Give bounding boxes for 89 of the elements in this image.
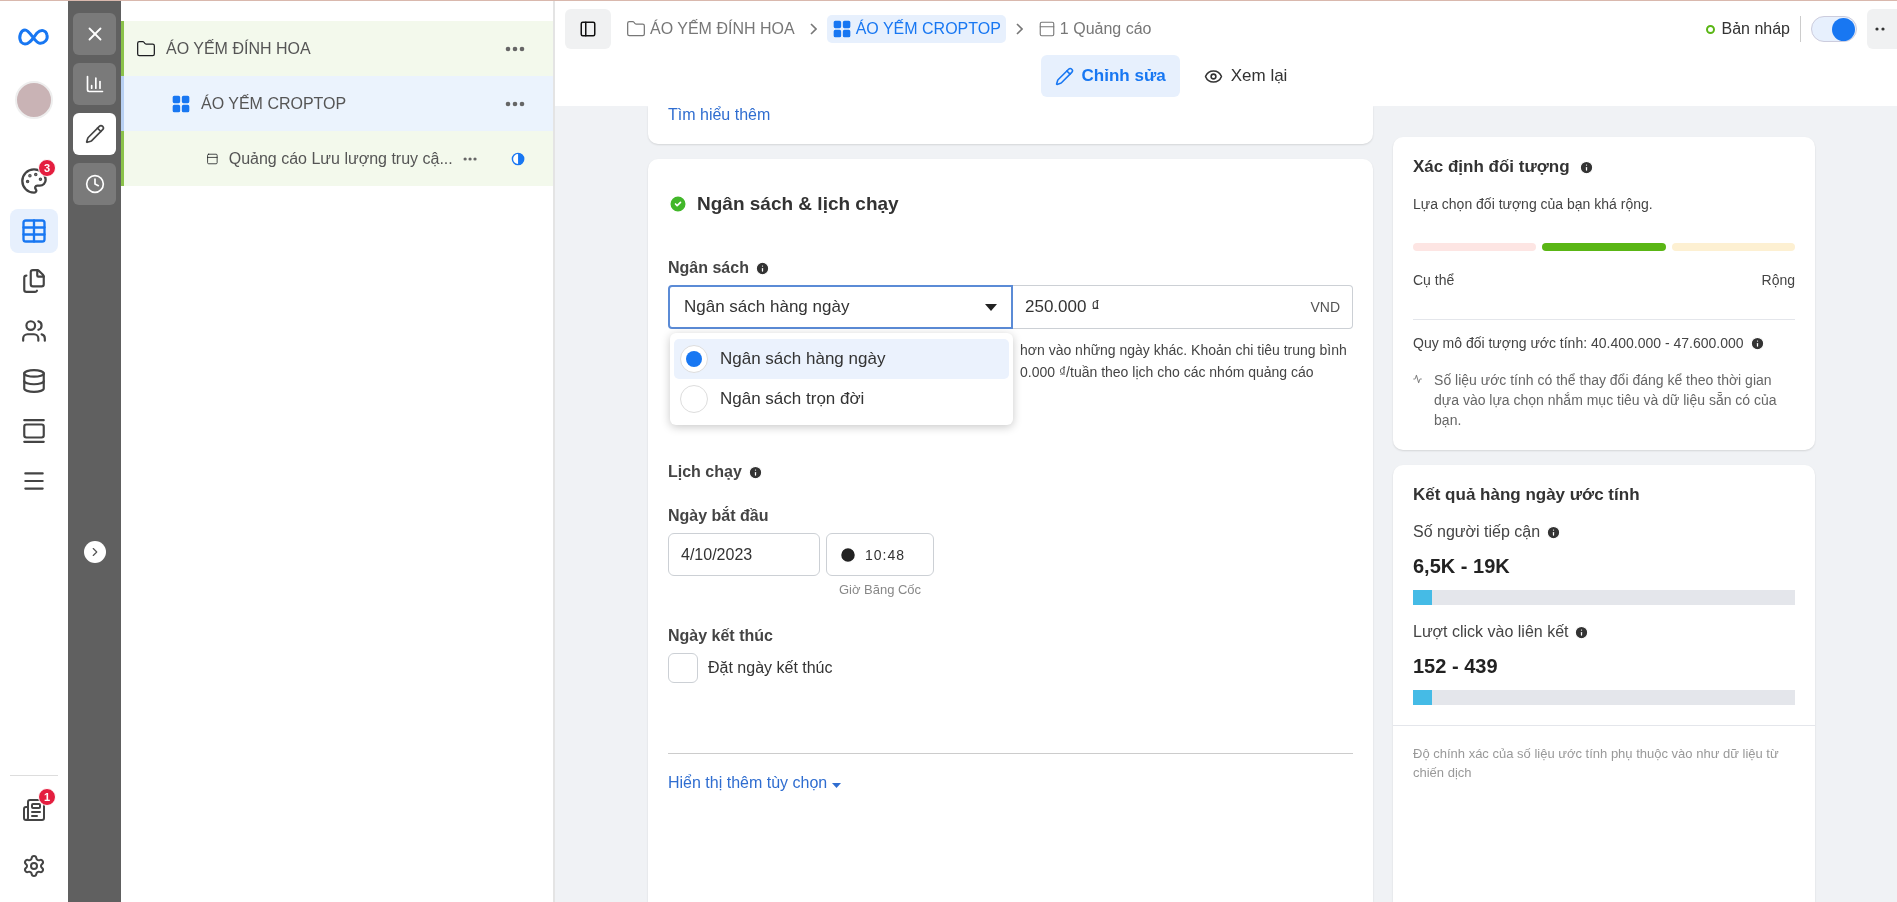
- metric-label: Lượt click vào liên kết: [1413, 623, 1569, 641]
- breadcrumb-link[interactable]: 1 Quảng cáo: [1032, 16, 1157, 42]
- caret-icon: [985, 303, 997, 311]
- media-icon: [21, 418, 47, 444]
- ad-icon: [1037, 20, 1056, 38]
- chevron-right-icon: [1015, 23, 1023, 35]
- accuracy-note: Độ chính xác của số liệu ước tính phụ thuộc vào như dữ liệu từ chiến dịch: [1393, 725, 1815, 782]
- expand-button[interactable]: [83, 540, 106, 563]
- news-icon: [22, 798, 46, 822]
- field-label: Ngày bắt đầu: [668, 507, 769, 525]
- radio-button[interactable]: [680, 345, 708, 373]
- date-field[interactable]: 4/10/2023: [668, 533, 820, 576]
- dropdown-option[interactable]: Ngân sách hàng ngày: [674, 339, 1009, 379]
- grid-icon: [831, 19, 852, 39]
- estimate-note: Số liệu ước tính có thể thay đổi đáng kể theo thời gian dựa vào lựa chọn nhắm mục tiêu và dữ liệu sẵn có của bạn.: [1434, 371, 1778, 430]
- clock-icon: [84, 174, 105, 194]
- audience-size: Quy mô đối tượng ước tính: 40.400.000 - 47.600.000: [1413, 334, 1744, 352]
- radio-button[interactable]: [680, 385, 708, 413]
- more-icon[interactable]: [505, 45, 525, 52]
- sidebar-icon: [579, 20, 597, 38]
- field-label: Lịch chạy: [668, 463, 742, 481]
- nav-button[interactable]: [10, 209, 58, 253]
- learn-more-link[interactable]: Tìm hiểu thêm: [668, 106, 771, 123]
- scale-label: Cụ thể: [1413, 271, 1455, 289]
- more-icon[interactable]: [462, 155, 477, 162]
- nav-button[interactable]: 1: [10, 788, 58, 832]
- status-label: Bản nháp: [1721, 20, 1790, 38]
- clock-icon: [839, 545, 857, 564]
- logo-icon[interactable]: [17, 27, 51, 47]
- scale-label: Rộng: [1761, 271, 1795, 289]
- amount-value: 250.000 ₫: [1025, 297, 1100, 317]
- checkbox-label: Đặt ngày kết thúc: [708, 659, 833, 677]
- currency-label: VND: [1310, 299, 1340, 315]
- tree-item-label: ÁO YẾM CROPTOP: [201, 94, 348, 113]
- table-icon: [20, 217, 48, 245]
- settings-icon: [22, 854, 46, 878]
- checkbox[interactable]: [668, 653, 698, 683]
- folder-icon: [626, 19, 646, 39]
- audience-summary: Lựa chọn đối tượng của bạn khá rộng.: [1413, 195, 1654, 213]
- coins-icon: [21, 368, 47, 394]
- tool-button[interactable]: [73, 63, 116, 105]
- info-icon[interactable]: [1749, 335, 1765, 351]
- notification-badge: 3: [38, 159, 56, 177]
- mode-tab[interactable]: Chỉnh sửa: [1040, 55, 1180, 97]
- people-icon: [21, 318, 47, 344]
- metric-value: 6,5K - 19K: [1413, 555, 1511, 578]
- mode-tab[interactable]: Xem lại: [1189, 55, 1302, 97]
- panel-toggle-button[interactable]: [565, 9, 611, 49]
- folder-icon: [136, 38, 156, 59]
- metric-label: Số người tiếp cận: [1413, 523, 1541, 541]
- show-more-link[interactable]: Hiển thị thêm tùy chọn: [668, 774, 841, 791]
- pencil-icon: [1054, 66, 1074, 86]
- tree-item[interactable]: Quảng cáo Lưu lượng truy cậ...: [121, 131, 553, 186]
- info-icon[interactable]: [747, 464, 763, 480]
- metric-value: 152 - 439: [1413, 655, 1499, 678]
- budget-type-select[interactable]: Ngân sách hàng ngày: [668, 285, 1013, 329]
- info-icon[interactable]: [1578, 159, 1594, 175]
- breadcrumb-link[interactable]: ÁO YẾM ĐÍNH HOA: [621, 15, 800, 43]
- tree-item-label: Quảng cáo Lưu lượng truy cậ...: [228, 149, 453, 168]
- section-title: Ngân sách & lịch chạy: [697, 193, 899, 215]
- card-title: Kết quả hàng ngày ước tính: [1413, 485, 1641, 505]
- grid-icon: [171, 93, 191, 114]
- pages-icon: [21, 268, 47, 294]
- more-icon[interactable]: [505, 100, 525, 107]
- breadcrumb-link[interactable]: ÁO YẾM CROPTOP: [826, 15, 1006, 43]
- field-label: Ngày kết thúc: [668, 627, 773, 645]
- notification-badge: 1: [38, 788, 56, 806]
- nav-button[interactable]: 3: [10, 159, 58, 203]
- time-field[interactable]: 10:48: [826, 533, 934, 576]
- caret-icon: [831, 783, 841, 788]
- help-text: 0.000 ₫/tuần theo lịch cho các nhóm quảng cáo: [1020, 363, 1315, 382]
- info-icon[interactable]: [754, 260, 770, 276]
- info-icon[interactable]: [1574, 624, 1590, 640]
- tool-button[interactable]: [73, 13, 116, 55]
- field-label: Ngân sách: [668, 259, 749, 277]
- chevron-right-icon: [809, 23, 817, 35]
- bar-chart-icon: [84, 74, 105, 94]
- timezone-label: Giờ Băng Cốc: [838, 582, 922, 597]
- amount-field[interactable]: 250.000 ₫ VND: [1013, 285, 1353, 329]
- toggle-switch[interactable]: [1811, 16, 1857, 42]
- pencil-icon: [84, 124, 105, 144]
- card-title: Xác định đối tượng: [1413, 157, 1570, 177]
- tree-item-label: ÁO YẾM ĐÍNH HOA: [166, 39, 312, 58]
- help-text: hơn vào những ngày khác. Khoản chi tiêu trung bình: [1020, 341, 1348, 360]
- info-icon[interactable]: [1546, 524, 1562, 540]
- tool-button[interactable]: [73, 113, 116, 155]
- tree-item[interactable]: ÁO YẾM ĐÍNH HOA: [121, 21, 553, 76]
- tool-button[interactable]: [73, 163, 116, 205]
- tree-item[interactable]: ÁO YẾM CROPTOP: [121, 76, 553, 131]
